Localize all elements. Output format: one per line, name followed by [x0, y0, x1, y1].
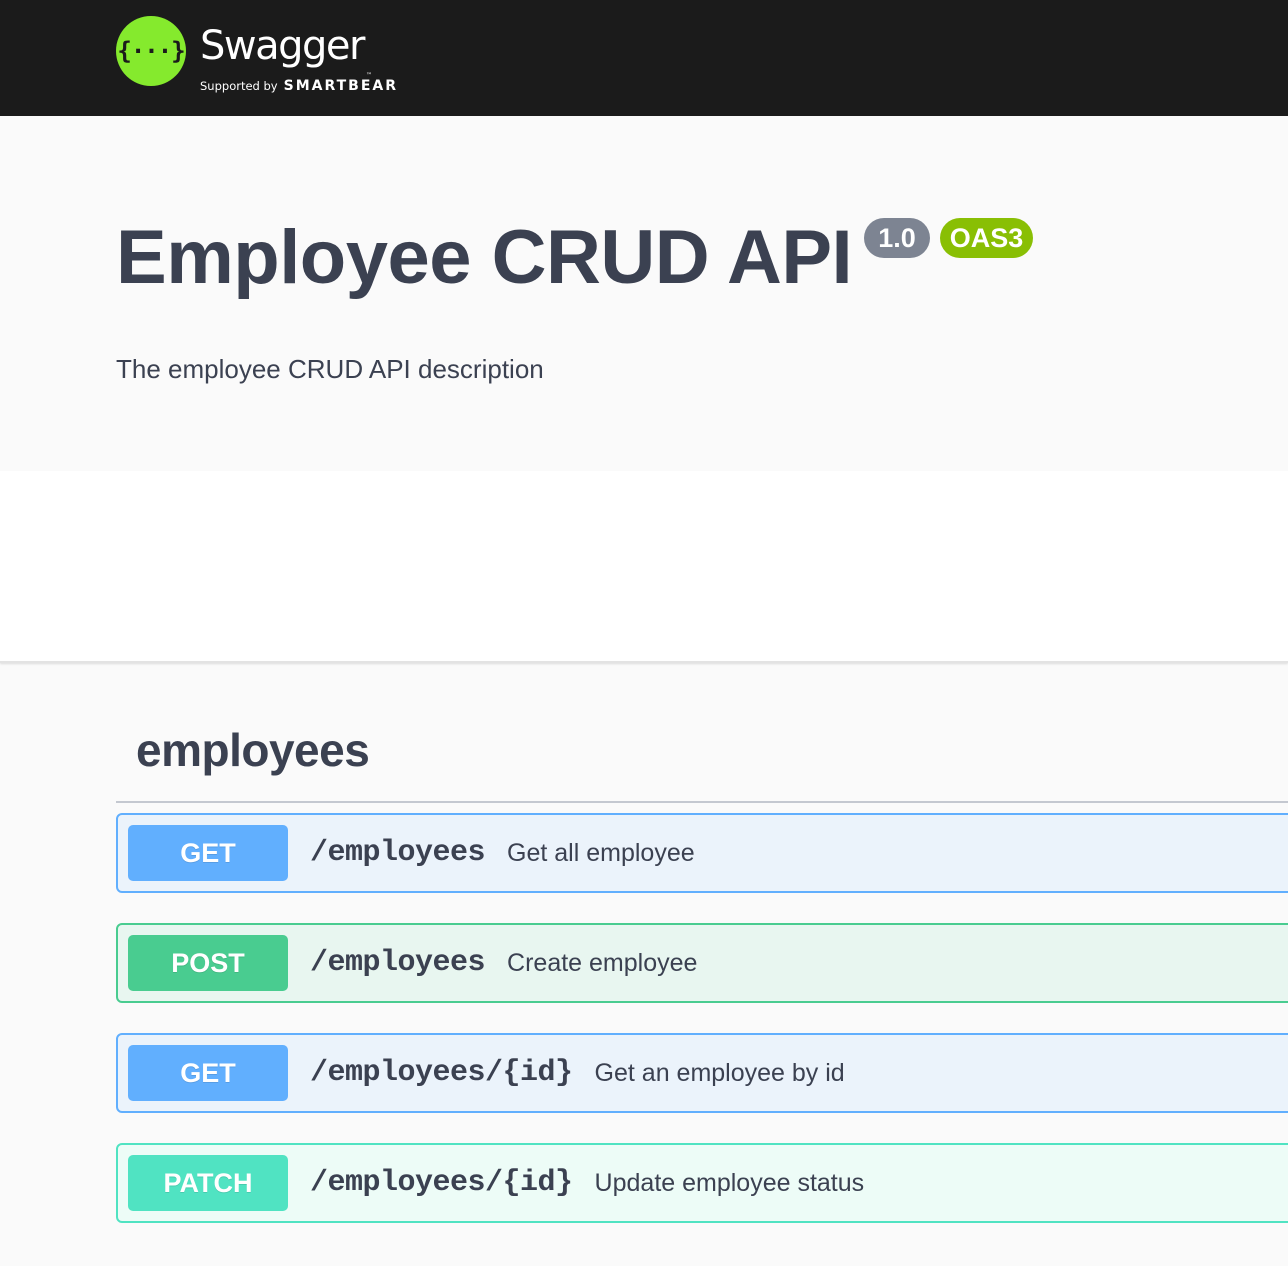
- operation-path: /employees/{id}: [310, 1166, 573, 1200]
- tag-divider: [116, 801, 1288, 803]
- swagger-logo-icon: {···}: [116, 16, 186, 86]
- smartbear-brand: SMARTBEAR: [283, 78, 399, 94]
- title-row: Employee CRUD API 1.0 OAS3: [116, 215, 1034, 300]
- api-info: Employee CRUD API 1.0 OAS3 The employee …: [0, 116, 1288, 471]
- logo-subtitle: Supported by SMARTBEAR: [200, 78, 398, 94]
- topbar: {···} Swagger™ Supported by SMARTBEAR: [0, 0, 1288, 116]
- logo-title: Swagger™: [200, 23, 398, 79]
- operation-path: /employees: [310, 836, 486, 870]
- operation-post-employees[interactable]: POST /employees Create employee: [116, 923, 1288, 1003]
- operation-path: /employees/{id}: [310, 1056, 573, 1090]
- operation-path: /employees: [310, 946, 486, 980]
- method-badge-post: POST: [128, 935, 288, 991]
- tag-title-employees[interactable]: employees: [136, 723, 370, 777]
- swagger-logo[interactable]: {···} Swagger™ Supported by SMARTBEAR: [116, 16, 398, 94]
- scheme-container: [0, 471, 1288, 663]
- logo-trademark: ™: [365, 72, 372, 79]
- oas-badge: OAS3: [939, 218, 1034, 258]
- method-badge-patch: PATCH: [128, 1155, 288, 1211]
- api-title: Employee CRUD API: [116, 215, 853, 300]
- supported-by-text: Supported by: [200, 79, 278, 93]
- operation-summary: Update employee status: [594, 1168, 865, 1197]
- operation-summary: Create employee: [507, 948, 698, 977]
- operation-get-employees[interactable]: GET /employees Get all employee: [116, 813, 1288, 893]
- version-badge: 1.0: [864, 218, 930, 258]
- api-description: The employee CRUD API description: [116, 354, 544, 384]
- method-badge-get: GET: [128, 825, 288, 881]
- operation-summary: Get all employee: [507, 838, 695, 867]
- operation-patch-employee-by-id[interactable]: PATCH /employees/{id} Update employee st…: [116, 1143, 1288, 1223]
- operation-summary: Get an employee by id: [594, 1058, 845, 1087]
- logo-text: Swagger™ Supported by SMARTBEAR: [200, 24, 398, 94]
- operation-get-employee-by-id[interactable]: GET /employees/{id} Get an employee by i…: [116, 1033, 1288, 1113]
- method-badge-get: GET: [128, 1045, 288, 1101]
- logo-title-text: Swagger: [200, 23, 365, 69]
